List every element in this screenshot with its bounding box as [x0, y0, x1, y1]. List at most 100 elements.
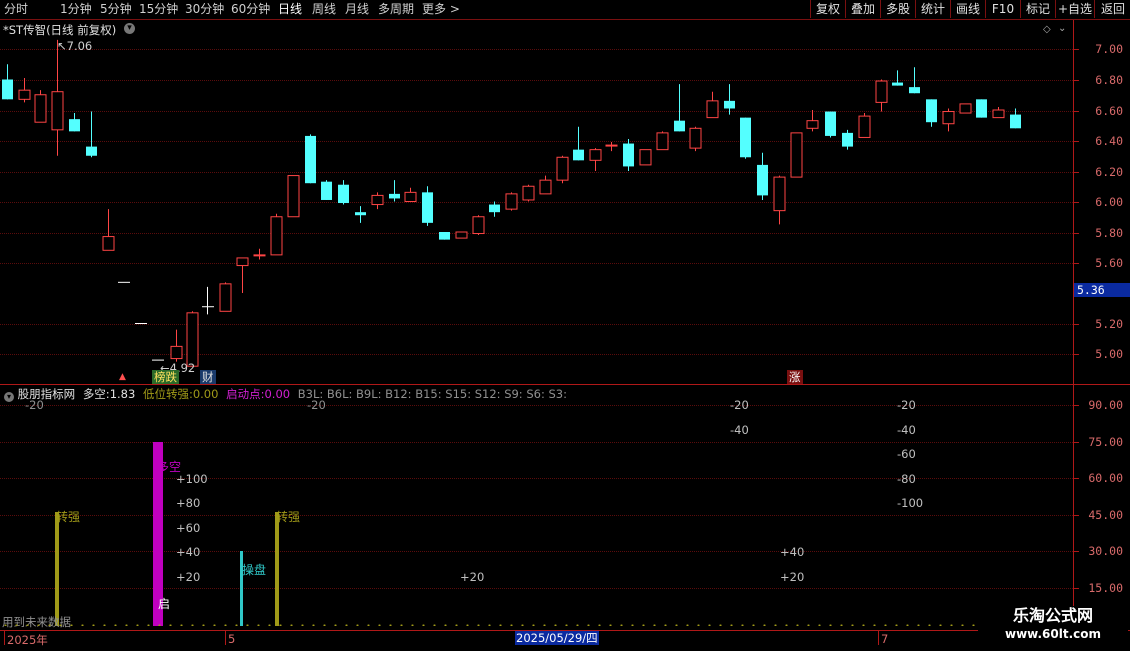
candle-body [34, 94, 47, 123]
tab-1min[interactable]: 1分钟 [60, 1, 92, 18]
tab-weekly[interactable]: 周线 [312, 1, 336, 18]
axis-tick-label: 5.80 [1095, 226, 1123, 240]
badge-zhang[interactable]: 涨 [787, 370, 803, 384]
candle-body [69, 119, 80, 132]
tab-15min[interactable]: 15分钟 [139, 1, 178, 18]
top-mark: -20 [25, 398, 44, 412]
candle-body [842, 132, 853, 147]
candle-body [338, 184, 349, 204]
candle-body [355, 212, 366, 216]
candle [522, 184, 535, 202]
indicator-header: ▾ 股朋指标网 多空:1.83 低位转强:0.00 启动点:0.00 B3L: … [4, 387, 567, 402]
candlestick-chart [2, 39, 1021, 367]
candle [740, 117, 751, 159]
f10-button[interactable]: F10 [985, 0, 1020, 18]
badge-finance[interactable]: 财 [200, 370, 216, 384]
candle-body [623, 143, 634, 167]
candle [942, 108, 955, 132]
mark-button[interactable]: 标记 [1020, 0, 1055, 18]
candle [806, 110, 819, 132]
candle-body [639, 149, 652, 166]
candle-body [321, 181, 332, 200]
candle-body [976, 99, 987, 118]
candle-body [909, 87, 920, 94]
scale-label: +20 [780, 570, 805, 584]
overlay-button[interactable]: 叠加 [845, 0, 880, 18]
candle [2, 64, 13, 100]
price-axis[interactable]: 7.00 6.80 6.60 6.40 6.20 6.00 5.80 5.60 … [1073, 20, 1130, 630]
statistics-button[interactable]: 统计 [915, 0, 950, 18]
candle-body [86, 146, 97, 156]
candle-body [253, 254, 266, 257]
indicator-menu-chevron-icon[interactable]: ▾ [4, 392, 14, 402]
candle [842, 129, 853, 150]
back-button[interactable]: 返回 [1094, 0, 1130, 18]
candle [404, 187, 417, 203]
candle-body [942, 111, 955, 125]
scale-label: -20 [730, 398, 749, 412]
candle-body [472, 216, 485, 235]
candle [186, 311, 199, 367]
top-mark: -20 [307, 398, 326, 412]
diwei-value: 0.00 [192, 387, 219, 401]
qidong-value: 0.00 [264, 387, 291, 401]
candle [773, 175, 786, 225]
candle [321, 180, 332, 200]
candle [959, 103, 972, 114]
current-price-marker: 5.36 [1074, 283, 1130, 297]
time-axis[interactable]: 2025年 5 2025/05/29/四 7 [0, 630, 1130, 651]
candle-body [51, 91, 64, 131]
draw-line-button[interactable]: 画线 [950, 0, 985, 18]
candle [219, 282, 232, 312]
scale-label: -40 [897, 423, 916, 437]
candle-body [556, 156, 569, 181]
candle [18, 77, 31, 103]
future-data-note: 用到未来数据 [2, 615, 71, 629]
candle-body [522, 185, 535, 201]
axis-tick-label: 6.40 [1095, 134, 1123, 148]
tab-30min[interactable]: 30分钟 [185, 1, 224, 18]
candle-body [790, 132, 803, 178]
axis-tick-label: 6.80 [1095, 73, 1123, 87]
cursor-date-label: 2025/05/29/四 [515, 631, 599, 645]
tab-multi-period[interactable]: 多周期 [378, 1, 414, 18]
candle-body [740, 117, 751, 158]
badge-bangdie[interactable]: 榜跌 [152, 370, 179, 384]
tab-60min[interactable]: 60分钟 [231, 1, 270, 18]
indicator-panel[interactable]: ▾ 股朋指标网 多空:1.83 低位转强:0.00 启动点:0.00 B3L: … [0, 386, 1073, 630]
caopan-annotation: 操盘 [242, 563, 267, 577]
zhuanqiang-bar [55, 512, 59, 626]
tab-more[interactable]: 更多 > [422, 1, 460, 18]
candle [926, 99, 937, 127]
candle-body [102, 236, 115, 251]
candle [875, 79, 888, 112]
candle-body [236, 257, 249, 267]
candle [34, 90, 47, 123]
duokong-value: 1.83 [109, 387, 136, 401]
candle-body [674, 120, 685, 132]
tab-daily[interactable]: 日线 [278, 1, 302, 18]
signal-list: B3L: B6L: B9L: B12: B15: S15: S12: S9: S… [297, 387, 567, 401]
candle [656, 131, 669, 151]
zero-baseline [0, 624, 980, 626]
candle [270, 213, 283, 256]
candlestick-panel[interactable]: *ST传智(日线 前复权) ▾ ◇ ⌄ ↖7.06 ←4.92 ▲ 榜跌 财 涨 [0, 20, 1073, 384]
tab-5min[interactable]: 5分钟 [100, 1, 132, 18]
candle-body [806, 120, 819, 129]
axis-tick-label: 6.60 [1095, 104, 1123, 118]
scale-label: +80 [176, 496, 201, 510]
multi-stock-button[interactable]: 多股 [880, 0, 915, 18]
add-watchlist-button[interactable]: +自选 [1055, 0, 1094, 18]
restore-rights-button[interactable]: 复权 [810, 0, 845, 18]
candle [790, 132, 803, 178]
axis-tick-label: 90.00 [1088, 398, 1123, 412]
candle-body [305, 135, 316, 184]
candle [689, 126, 702, 152]
scale-label: +40 [176, 545, 201, 559]
tab-monthly[interactable]: 月线 [345, 1, 369, 18]
candle [236, 257, 249, 293]
tab-fenshi[interactable]: 分时 [4, 1, 28, 18]
candle [589, 148, 602, 171]
candle [69, 113, 80, 132]
scale-label: +100 [176, 472, 208, 486]
